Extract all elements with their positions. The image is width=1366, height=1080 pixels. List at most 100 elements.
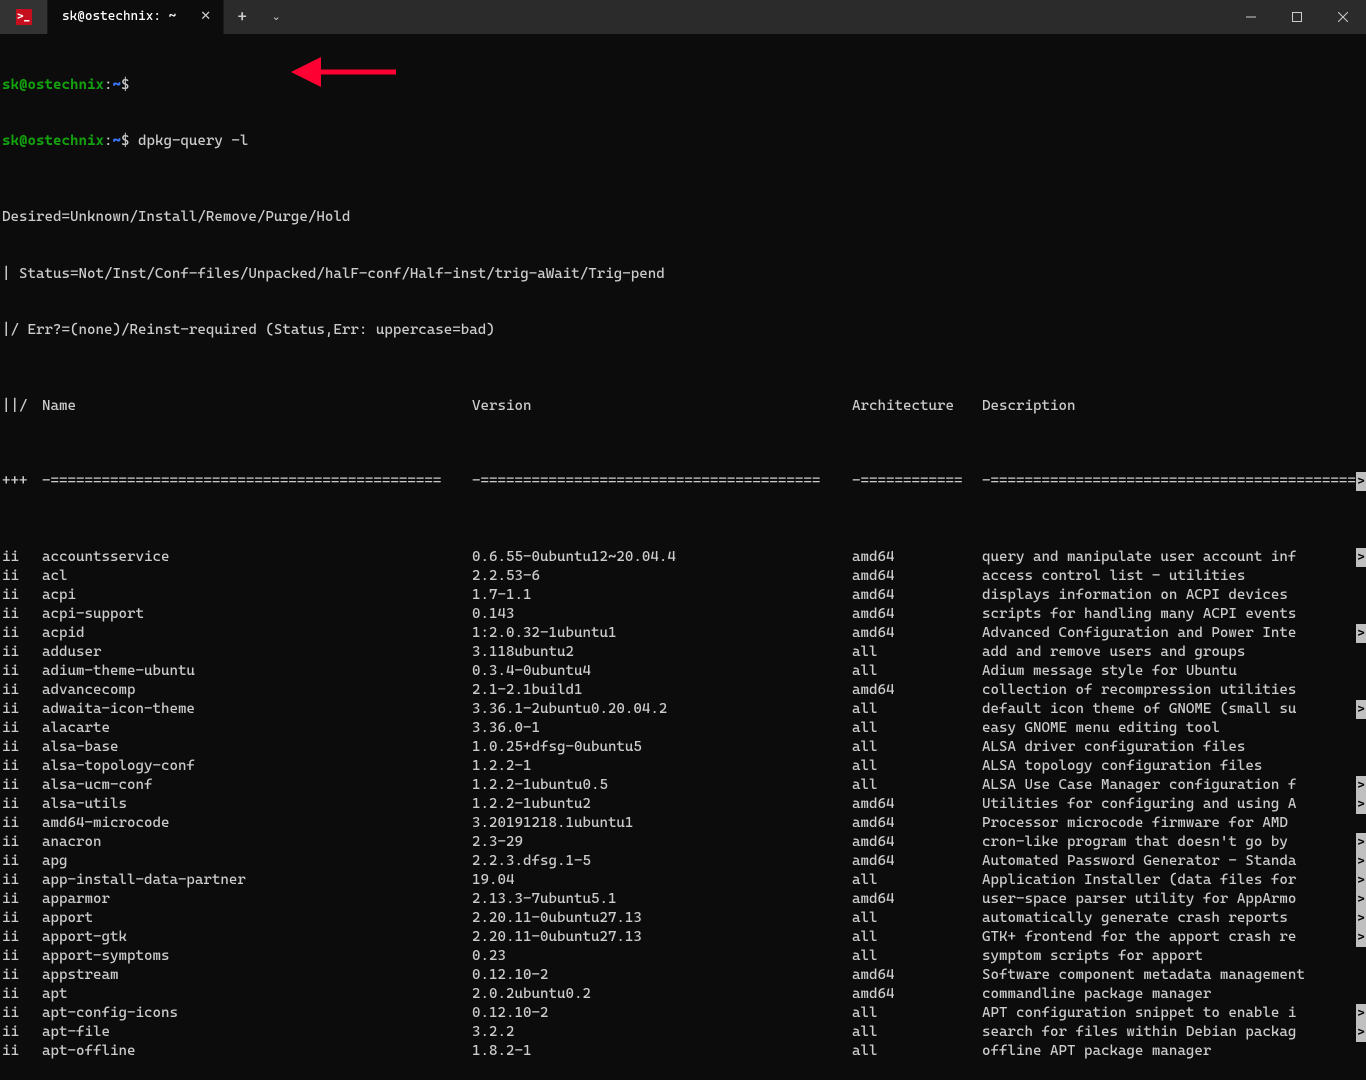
pkg-st: ii [2, 1023, 42, 1042]
pkg-arch: all [852, 719, 982, 738]
package-row: iiapt-offline1.8.2-1alloffline APT packa… [0, 1042, 1366, 1061]
ruler-desc: -=======================================… [982, 472, 1364, 491]
pkg-st: ii [2, 909, 42, 928]
pkg-ver: 0.143 [472, 605, 852, 624]
pkg-ver: 2.1-2.1build1 [472, 681, 852, 700]
pkg-ver: 0.6.55-0ubuntu12~20.04.4 [472, 548, 852, 567]
prompt-line-cmd: sk@ostechnix:~$ dpkg-query -l [0, 132, 1366, 151]
col-status-header: ||/ [2, 397, 42, 416]
pkg-ver: 2.0.2ubuntu0.2 [472, 985, 852, 1004]
package-row: iiacpi-support0.143amd64scripts for hand… [0, 605, 1366, 624]
pkg-st: ii [2, 567, 42, 586]
close-icon [1338, 12, 1348, 22]
pkg-st: ii [2, 681, 42, 700]
tab-close-icon[interactable]: ✕ [200, 9, 211, 26]
package-row: iiaccountsservice0.6.55-0ubuntu12~20.04.… [0, 548, 1366, 567]
pkg-arch: amd64 [852, 852, 982, 871]
pkg-ver: 1.7-1.1 [472, 586, 852, 605]
pkg-st: ii [2, 605, 42, 624]
pkg-name: apt-file [42, 1023, 472, 1042]
pkg-arch: amd64 [852, 681, 982, 700]
pkg-desc: default icon theme of GNOME (small su [982, 700, 1364, 719]
pkg-name: acpi-support [42, 605, 472, 624]
pkg-name: adduser [42, 643, 472, 662]
minimize-button[interactable] [1228, 0, 1274, 34]
pkg-arch: all [852, 871, 982, 890]
command-text: dpkg-query -l [138, 133, 248, 149]
pkg-st: ii [2, 947, 42, 966]
pkg-arch: all [852, 909, 982, 928]
pkg-desc: Adium message style for Ubuntu [982, 662, 1364, 681]
truncate-indicator: > [1356, 928, 1366, 947]
truncate-indicator: > [1356, 852, 1366, 871]
pkg-arch: amd64 [852, 605, 982, 624]
tab-dropdown-icon[interactable]: ⌄ [260, 0, 292, 34]
pkg-ver: 1.2.2-1ubuntu0.5 [472, 776, 852, 795]
ruler-arch: -============ [852, 472, 982, 491]
truncate-indicator: > [1356, 624, 1366, 643]
maximize-button[interactable] [1274, 0, 1320, 34]
pkg-st: ii [2, 738, 42, 757]
package-row: iialsa-utils1.2.2-1ubuntu2amd64Utilities… [0, 795, 1366, 814]
pkg-arch: amd64 [852, 966, 982, 985]
dpkg-header-err: |/ Err?=(none)/Reinst-required (Status,E… [0, 321, 1366, 340]
package-row: iialacarte3.36.0-1alleasy GNOME menu edi… [0, 719, 1366, 738]
prompt-path: ~ [112, 133, 121, 149]
pkg-name: alsa-utils [42, 795, 472, 814]
truncate-indicator: > [1356, 776, 1366, 795]
truncate-indicator: > [1356, 890, 1366, 909]
pkg-name: advancecomp [42, 681, 472, 700]
pkg-desc: Utilities for configuring and using A [982, 795, 1364, 814]
column-header-row: ||/NameVersionArchitectureDescription [0, 397, 1366, 416]
pkg-name: apport-symptoms [42, 947, 472, 966]
pkg-st: ii [2, 643, 42, 662]
col-version-header: Version [472, 397, 852, 416]
pkg-st: ii [2, 757, 42, 776]
pkg-name: adwaita-icon-theme [42, 700, 472, 719]
pkg-desc: access control list - utilities [982, 567, 1364, 586]
truncate-indicator: > [1356, 1004, 1366, 1023]
pkg-desc: ALSA driver configuration files [982, 738, 1364, 757]
pkg-st: ii [2, 833, 42, 852]
pkg-name: anacron [42, 833, 472, 852]
pkg-ver: 19.04 [472, 871, 852, 890]
pkg-ver: 2.3-29 [472, 833, 852, 852]
package-row: iiamd64-microcode3.20191218.1ubuntu1amd6… [0, 814, 1366, 833]
tab-app-icon[interactable]: >_ [0, 0, 48, 34]
pkg-desc: Software component metadata management [982, 966, 1364, 985]
pkg-st: ii [2, 966, 42, 985]
prompt-dollar: $ [121, 77, 130, 93]
pkg-ver: 3.36.0-1 [472, 719, 852, 738]
pkg-st: ii [2, 719, 42, 738]
package-row: iiapport2.20.11-0ubuntu27.13allautomatic… [0, 909, 1366, 928]
pkg-name: apt [42, 985, 472, 1004]
pkg-desc: Automated Password Generator - Standa [982, 852, 1364, 871]
package-row: iiappstream0.12.10-2amd64Software compon… [0, 966, 1366, 985]
pkg-ver: 0.12.10-2 [472, 1004, 852, 1023]
terminal-output[interactable]: sk@ostechnix:~$ sk@ostechnix:~$ dpkg-que… [0, 34, 1366, 1080]
pkg-arch: amd64 [852, 833, 982, 852]
package-row: iiapp-install-data-partner19.04allApplic… [0, 871, 1366, 890]
close-button[interactable] [1320, 0, 1366, 34]
pkg-arch: amd64 [852, 795, 982, 814]
pkg-desc: commandline package manager [982, 985, 1364, 1004]
pkg-ver: 3.20191218.1ubuntu1 [472, 814, 852, 833]
pkg-desc: APT configuration snippet to enable i [982, 1004, 1364, 1023]
package-row: iiapport-gtk2.20.11-0ubuntu27.13allGTK+ … [0, 928, 1366, 947]
package-row: iiapport-symptoms0.23allsymptom scripts … [0, 947, 1366, 966]
pkg-desc: offline APT package manager [982, 1042, 1364, 1061]
pkg-ver: 3.118ubuntu2 [472, 643, 852, 662]
prompt-user: sk@ostechnix [2, 133, 104, 149]
pkg-ver: 2.2.53-6 [472, 567, 852, 586]
pkg-ver: 1.2.2-1ubuntu2 [472, 795, 852, 814]
pkg-ver: 3.36.1-2ubuntu0.20.04.2 [472, 700, 852, 719]
pkg-name: alsa-ucm-conf [42, 776, 472, 795]
maximize-icon [1292, 12, 1302, 22]
pkg-st: ii [2, 871, 42, 890]
pkg-name: apport [42, 909, 472, 928]
tab-active[interactable]: sk@ostechnix: ~ ✕ [48, 0, 224, 34]
package-row: iiadwaita-icon-theme3.36.1-2ubuntu0.20.0… [0, 700, 1366, 719]
pkg-name: app-install-data-partner [42, 871, 472, 890]
ruler-row: +++-====================================… [0, 472, 1366, 491]
new-tab-button[interactable]: + [224, 0, 260, 34]
